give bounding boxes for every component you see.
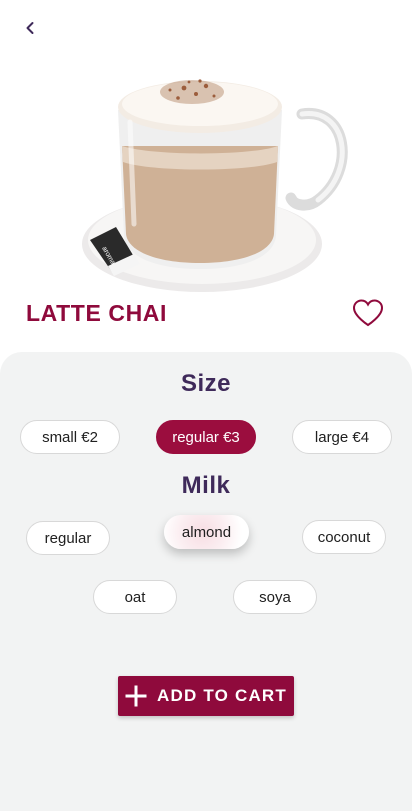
- milk-heading: Milk: [181, 472, 231, 499]
- size-option-large[interactable]: large €4: [292, 420, 392, 454]
- milk-option-regular[interactable]: regular: [26, 521, 110, 555]
- favorite-button[interactable]: [350, 296, 386, 330]
- heart-outline-icon: [352, 299, 384, 327]
- size-heading: Size: [180, 370, 232, 397]
- product-title: LATTE CHAI: [26, 300, 168, 326]
- size-option-small[interactable]: small €2: [20, 420, 120, 454]
- milk-option-almond[interactable]: almond: [164, 515, 249, 549]
- latte-cup-image: aroma: [82, 79, 348, 292]
- plus-icon: [125, 685, 147, 707]
- chevron-left-icon: [26, 22, 34, 34]
- options-panel: Size small €2 regular €3 large €4 Milk r…: [0, 352, 412, 811]
- add-to-cart-label: ADD TO CART: [157, 686, 287, 705]
- milk-option-coconut[interactable]: coconut: [302, 520, 386, 554]
- milk-option-oat[interactable]: oat: [93, 580, 177, 614]
- add-to-cart-button[interactable]: ADD TO CART: [118, 676, 294, 716]
- milk-option-soya[interactable]: soya: [233, 580, 317, 614]
- back-button[interactable]: [18, 16, 42, 40]
- size-option-regular[interactable]: regular €3: [156, 420, 256, 454]
